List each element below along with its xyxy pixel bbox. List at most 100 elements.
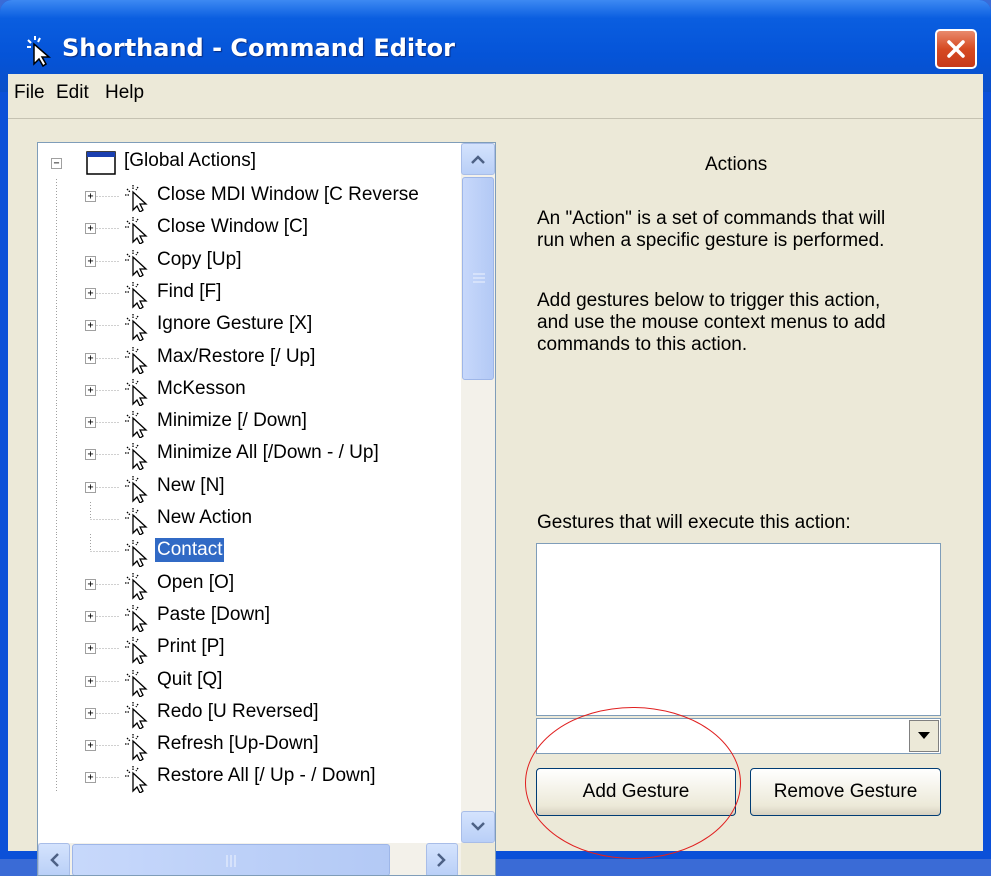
actions-tree[interactable]: − [Global Actions] + Close MDI Window [C …	[37, 142, 496, 876]
menu-edit[interactable]: Edit	[56, 82, 89, 104]
tree-connector	[56, 598, 120, 632]
tree-root-label: [Global Actions]	[124, 150, 257, 171]
tree-item[interactable]: + Minimize All [/Down - / Up]	[38, 437, 458, 471]
close-button[interactable]	[935, 29, 977, 69]
tree-connector	[56, 437, 120, 471]
gesture-cursor-icon	[125, 443, 148, 471]
expand-icon[interactable]: +	[85, 352, 96, 364]
remove-gesture-button[interactable]: Remove Gesture	[750, 768, 941, 816]
tree-connector	[90, 534, 91, 553]
window-icon	[86, 151, 116, 175]
dropdown-arrow-icon	[918, 732, 930, 739]
tree-item[interactable]: + Minimize [/ Down]	[38, 405, 458, 439]
expand-icon[interactable]: +	[85, 675, 96, 687]
tree-item[interactable]: + Open [O]	[38, 566, 458, 600]
tree-item[interactable]: + Copy [Up]	[38, 243, 458, 277]
tree-item[interactable]: + Find [F]	[38, 275, 458, 309]
tree-item[interactable]: New Action	[38, 502, 458, 535]
tree-item[interactable]: + McKesson	[38, 372, 458, 406]
tree-item[interactable]: + Quit [Q]	[38, 663, 458, 697]
expand-icon[interactable]: +	[85, 772, 96, 784]
gesture-cursor-icon	[125, 637, 148, 665]
gesture-cursor-icon	[125, 701, 148, 729]
scroll-down-button[interactable]	[461, 811, 495, 843]
tree-item-label: Close Window [C]	[157, 216, 308, 238]
gesture-cursor-icon	[125, 249, 148, 277]
vertical-scrollbar[interactable]	[461, 143, 495, 843]
expand-icon[interactable]: +	[85, 287, 96, 299]
tree-item-label: Print [P]	[157, 636, 225, 658]
menu-help[interactable]: Help	[105, 82, 144, 104]
window-title: Shorthand - Command Editor	[62, 34, 455, 62]
vertical-scroll-thumb[interactable]	[462, 177, 494, 380]
tree-connector	[56, 663, 120, 697]
gesture-select[interactable]	[536, 718, 941, 754]
scroll-right-button[interactable]	[426, 843, 458, 875]
tree-item[interactable]: + Ignore Gesture [X]	[38, 308, 458, 342]
menu-file[interactable]: File	[14, 82, 45, 104]
add-gesture-button[interactable]: Add Gesture	[536, 768, 736, 816]
expand-icon[interactable]: +	[85, 191, 96, 202]
tree-item[interactable]: + Close Window [C]	[38, 211, 458, 245]
tree-item-label: Minimize All [/Down - / Up]	[157, 442, 379, 464]
app-window: Shorthand - Command Editor File Edit Hel…	[0, 0, 991, 876]
dropdown-button[interactable]	[909, 720, 939, 752]
tree-item[interactable]: + Redo [U Reversed]	[38, 695, 458, 729]
expand-icon[interactable]: +	[85, 578, 96, 590]
tree-connector	[56, 534, 120, 568]
panel-heading: Actions	[705, 154, 768, 175]
expand-icon[interactable]: +	[85, 320, 96, 332]
tree-item[interactable]: + New [N]	[38, 469, 458, 503]
scroll-left-button[interactable]	[38, 843, 70, 875]
tree-item-label: Redo [U Reversed]	[157, 700, 319, 722]
tree-connector	[56, 308, 120, 342]
description-line-1: An "Action" is a set of commands that wi…	[537, 208, 886, 229]
gesture-cursor-icon	[125, 217, 148, 245]
expand-icon[interactable]: +	[85, 417, 96, 429]
tree-item[interactable]: + Restore All [/ Up - / Down]	[38, 760, 458, 794]
description-line-3: Add gestures below to trigger this actio…	[537, 290, 881, 311]
expand-icon[interactable]: +	[85, 740, 96, 752]
expand-icon[interactable]: +	[85, 223, 96, 235]
tree-connector	[56, 340, 120, 374]
gesture-cursor-icon	[125, 314, 148, 342]
tree-item[interactable]: + Refresh [Up-Down]	[38, 728, 458, 762]
tree-item[interactable]: + Print [P]	[38, 631, 458, 665]
grip-icon	[226, 855, 236, 867]
tree-item[interactable]: Contact	[38, 534, 458, 568]
expand-icon[interactable]: +	[85, 481, 96, 493]
menu-divider	[8, 118, 983, 119]
gesture-cursor-icon	[125, 766, 148, 794]
tree-connector	[56, 275, 120, 309]
expand-icon[interactable]: +	[85, 255, 96, 267]
close-icon	[947, 40, 965, 58]
expand-icon[interactable]: +	[85, 384, 96, 396]
expand-icon[interactable]: +	[85, 643, 96, 655]
tree-item[interactable]: + Paste [Down]	[38, 598, 458, 632]
tree-connector	[56, 469, 120, 503]
tree-root[interactable]: − [Global Actions]	[38, 147, 458, 178]
tree-item[interactable]: + Close MDI Window [C Reverse	[38, 179, 458, 212]
description-line-5: commands to this action.	[537, 334, 748, 355]
gestures-list[interactable]	[536, 543, 941, 716]
tree-item-label: New [N]	[157, 474, 225, 496]
gesture-cursor-icon	[125, 734, 148, 762]
chevron-right-icon	[437, 853, 446, 867]
gesture-cursor-icon	[125, 411, 148, 439]
tree-item-label: Max/Restore [/ Up]	[157, 345, 316, 367]
horizontal-scroll-thumb[interactable]	[72, 844, 390, 875]
tree-connector	[56, 211, 120, 245]
collapse-icon[interactable]: −	[51, 158, 62, 169]
scroll-up-button[interactable]	[461, 143, 495, 175]
chevron-up-icon	[471, 155, 485, 164]
tree-item[interactable]: + Max/Restore [/ Up]	[38, 340, 458, 374]
description-line-4: and use the mouse context menus to add	[537, 312, 886, 333]
expand-icon[interactable]: +	[85, 449, 96, 461]
expand-icon[interactable]: +	[85, 707, 96, 719]
horizontal-scrollbar[interactable]	[38, 843, 495, 875]
tree-connector	[56, 631, 120, 665]
tree-connector	[56, 566, 120, 600]
expand-icon[interactable]: +	[85, 610, 96, 622]
tree-item-label: Open [O]	[157, 571, 235, 593]
gestures-label: Gestures that will execute this action:	[537, 512, 851, 533]
